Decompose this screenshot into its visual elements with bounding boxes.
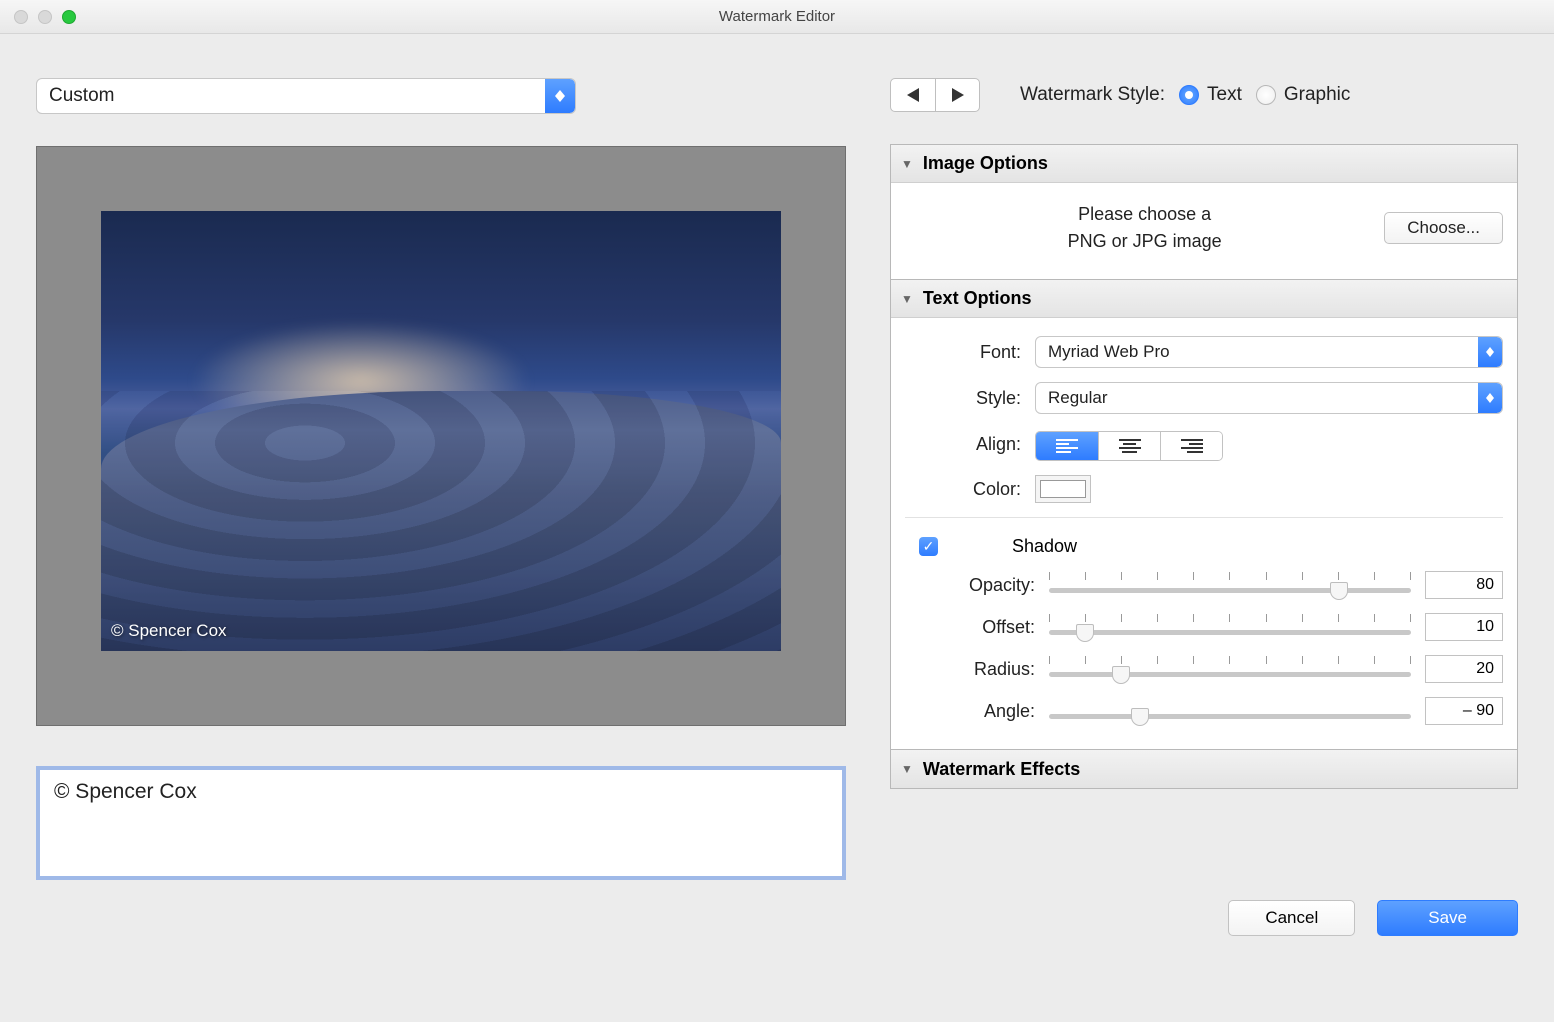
- font-select[interactable]: Myriad Web Pro: [1035, 336, 1503, 368]
- image-options-panel: ▼ Image Options Please choose a PNG or J…: [891, 145, 1517, 279]
- next-image-button[interactable]: [935, 79, 979, 111]
- opacity-label: Opacity:: [905, 575, 1035, 596]
- align-left-button[interactable]: [1036, 432, 1098, 460]
- style-graphic-radio[interactable]: Graphic: [1256, 84, 1351, 106]
- radio-icon: [1179, 85, 1199, 105]
- text-options-header[interactable]: ▼ Text Options: [891, 280, 1517, 318]
- align-center-button[interactable]: [1098, 432, 1160, 460]
- watermark-effects-panel: ▼ Watermark Effects: [891, 749, 1517, 788]
- offset-value-input[interactable]: [1425, 613, 1503, 641]
- disclosure-triangle-icon: ▼: [901, 762, 913, 776]
- window-title: Watermark Editor: [0, 8, 1554, 25]
- titlebar: Watermark Editor: [0, 0, 1554, 34]
- angle-slider[interactable]: [1049, 698, 1411, 724]
- opacity-value-input[interactable]: [1425, 571, 1503, 599]
- color-label: Color:: [905, 479, 1035, 500]
- radius-label: Radius:: [905, 659, 1035, 680]
- opacity-slider[interactable]: [1049, 572, 1411, 598]
- image-options-hint: Please choose a PNG or JPG image: [905, 201, 1384, 255]
- save-button[interactable]: Save: [1377, 900, 1518, 936]
- watermark-style-group: Watermark Style: Text Graphic: [1020, 84, 1350, 106]
- dialog-footer: Cancel Save: [0, 900, 1554, 966]
- separator: [905, 517, 1503, 518]
- preview-nav: [890, 78, 980, 112]
- watermark-style-label: Watermark Style:: [1020, 84, 1165, 106]
- image-options-header[interactable]: ▼ Image Options: [891, 145, 1517, 183]
- angle-value-input[interactable]: [1425, 697, 1503, 725]
- radius-slider[interactable]: [1049, 656, 1411, 682]
- color-picker-button[interactable]: [1035, 475, 1091, 503]
- align-label: Align:: [905, 434, 1035, 455]
- offset-slider[interactable]: [1049, 614, 1411, 640]
- disclosure-triangle-icon: ▼: [901, 157, 913, 171]
- prev-image-button[interactable]: [891, 79, 935, 111]
- offset-label: Offset:: [905, 617, 1035, 638]
- shadow-label: Shadow: [1012, 536, 1077, 557]
- shadow-checkbox[interactable]: ✓: [919, 537, 938, 556]
- align-right-button[interactable]: [1160, 432, 1222, 460]
- chevron-updown-icon: [545, 79, 575, 113]
- align-segmented: [1035, 431, 1223, 461]
- radius-value-input[interactable]: [1425, 655, 1503, 683]
- choose-image-button[interactable]: Choose...: [1384, 212, 1503, 244]
- font-label: Font:: [905, 342, 1035, 363]
- preset-value: Custom: [37, 85, 545, 107]
- radio-icon: [1256, 85, 1276, 105]
- disclosure-triangle-icon: ▼: [901, 292, 913, 306]
- font-style-select[interactable]: Regular: [1035, 382, 1503, 414]
- watermark-overlay-text: © Spencer Cox: [111, 621, 227, 641]
- color-swatch: [1040, 480, 1086, 498]
- watermark-effects-header[interactable]: ▼ Watermark Effects: [891, 750, 1517, 788]
- style-label: Style:: [905, 388, 1035, 409]
- text-options-panel: ▼ Text Options Font: Myriad Web Pro: [891, 279, 1517, 749]
- watermark-text-input[interactable]: [36, 766, 846, 880]
- preview-image: © Spencer Cox: [101, 211, 781, 651]
- chevron-updown-icon: [1478, 383, 1502, 413]
- angle-label: Angle:: [905, 701, 1035, 722]
- cancel-button[interactable]: Cancel: [1228, 900, 1355, 936]
- preset-select[interactable]: Custom: [36, 78, 576, 114]
- style-text-radio[interactable]: Text: [1179, 84, 1242, 106]
- preview-frame: © Spencer Cox: [36, 146, 846, 726]
- chevron-updown-icon: [1478, 337, 1502, 367]
